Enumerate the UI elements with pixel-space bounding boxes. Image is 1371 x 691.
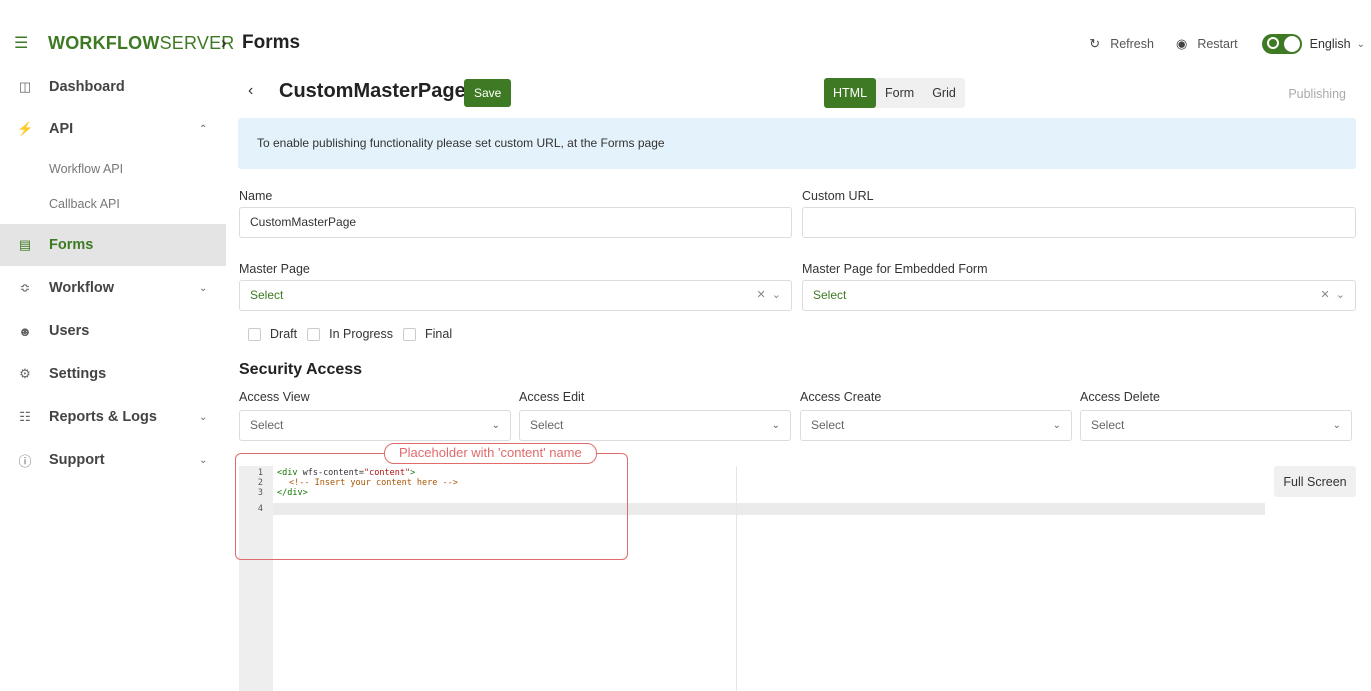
toggle-knob — [1283, 36, 1300, 52]
restart-button[interactable]: ◉ Restart — [1176, 36, 1238, 52]
annotation-label: Placeholder with 'content' name — [384, 443, 597, 464]
refresh-button[interactable]: ↻ Refresh — [1089, 36, 1154, 52]
access-delete-select[interactable]: Select ⌄ — [1080, 410, 1352, 441]
tab-grid[interactable]: Grid — [923, 78, 965, 108]
chevron-down-icon: ⌄ — [199, 411, 208, 423]
clear-chevron-icon[interactable]: ✕ ⌄ — [756, 281, 781, 310]
chevron-down-icon: ⌄ — [491, 420, 500, 431]
tab-form[interactable]: Form — [876, 78, 923, 108]
view-tabs: HTML Form Grid — [824, 78, 965, 108]
refresh-icon: ↻ — [1089, 36, 1101, 51]
master-page-select[interactable]: Select ✕ ⌄ — [239, 280, 792, 311]
access-view-select[interactable]: Select ⌄ — [239, 410, 511, 441]
top-bar: ☰ WORKFLOWSERVER › Forms ↻ Refresh ◉ Res… — [0, 22, 1371, 64]
draft-checkbox[interactable] — [248, 327, 261, 341]
language-selector[interactable]: English — [1310, 37, 1351, 51]
main-content: ‹ CustomMasterPage Save HTML Form Grid P… — [226, 66, 1371, 691]
breadcrumb-separator: › — [221, 33, 227, 52]
chevron-down-icon: ⌄ — [199, 454, 208, 466]
reports-icon: ☷ — [19, 409, 31, 424]
app-logo[interactable]: WORKFLOWSERVER — [48, 33, 234, 54]
sidebar-item-dashboard[interactable]: ◫ Dashboard — [0, 66, 226, 108]
stop-circle-icon: ◉ — [1175, 36, 1188, 51]
sidebar: ◫ Dashboard ⚡ API ⌃ Workflow API Callbac… — [0, 66, 226, 691]
name-input[interactable]: CustomMasterPage — [239, 207, 792, 238]
master-embedded-select[interactable]: Select ✕ ⌄ — [802, 280, 1356, 311]
hamburger-icon[interactable]: ☰ — [14, 33, 28, 53]
chevron-down-icon: ⌄ — [771, 420, 780, 431]
sidebar-item-workflow[interactable]: ≎ Workflow ⌄ — [0, 267, 226, 309]
final-label: Final — [425, 327, 453, 341]
chevron-down-icon: ⌄ — [199, 282, 208, 294]
top-actions: ↻ Refresh ◉ Restart English ⌄ — [1067, 34, 1365, 54]
gears-icon: ⚙ — [19, 366, 31, 381]
security-access-title: Security Access — [239, 361, 363, 378]
save-button[interactable]: Save — [464, 79, 512, 107]
sidebar-item-reports-logs[interactable]: ☷ Reports & Logs ⌄ — [0, 396, 226, 438]
access-delete-label: Access Delete — [1080, 390, 1160, 404]
users-icon: ☻ — [18, 323, 32, 339]
breadcrumb-title: Forms — [242, 32, 301, 53]
in-progress-label: In Progress — [329, 327, 394, 341]
custom-url-input[interactable] — [802, 207, 1356, 238]
sidebar-subitem-callback-api[interactable]: Callback API — [49, 197, 120, 211]
chevron-down-icon: ⌄ — [1052, 420, 1061, 431]
dashboard-icon: ◫ — [18, 79, 32, 94]
clear-chevron-icon[interactable]: ✕ ⌄ — [1320, 281, 1345, 310]
in-progress-checkbox[interactable] — [307, 327, 321, 341]
sidebar-subitem-workflow-api[interactable]: Workflow API — [49, 162, 123, 176]
workflow-icon: ≎ — [19, 280, 31, 295]
draft-label: Draft — [270, 327, 298, 341]
sidebar-item-support[interactable]: ⓘ Support ⌄ — [0, 439, 226, 481]
theme-toggle[interactable] — [1261, 34, 1302, 54]
sidebar-item-settings[interactable]: ⚙ Settings — [0, 353, 226, 395]
chevron-up-icon: ⌃ — [199, 123, 208, 135]
publishing-link[interactable]: Publishing — [1288, 87, 1346, 101]
sun-icon — [1266, 37, 1279, 49]
page-title: CustomMasterPage — [279, 80, 466, 102]
access-create-label: Access Create — [800, 390, 882, 404]
custom-url-label: Custom URL — [802, 189, 874, 203]
annotation-box — [235, 453, 628, 560]
form-icon: ▤ — [18, 237, 32, 252]
info-alert: To enable publishing functionality pleas… — [238, 118, 1356, 169]
back-chevron-icon[interactable]: ‹ — [248, 82, 253, 100]
final-checkbox[interactable] — [403, 327, 417, 341]
status-checkboxes: Draft In Progress Final — [248, 327, 462, 341]
master-page-label: Master Page — [239, 262, 310, 276]
access-view-label: Access View — [239, 390, 310, 404]
tab-html[interactable]: HTML — [824, 78, 877, 108]
chevron-down-icon[interactable]: ⌄ — [1357, 39, 1365, 50]
sidebar-item-forms[interactable]: ▤ Forms — [0, 224, 226, 266]
plug-icon: ⚡ — [17, 121, 34, 136]
access-create-select[interactable]: Select ⌄ — [800, 410, 1072, 441]
editor-divider — [736, 466, 737, 691]
access-edit-select[interactable]: Select ⌄ — [519, 410, 791, 441]
sidebar-item-api[interactable]: ⚡ API ⌃ — [0, 108, 226, 150]
access-edit-label: Access Edit — [519, 390, 585, 404]
master-embedded-label: Master Page for Embedded Form — [802, 262, 988, 276]
sidebar-item-users[interactable]: ☻ Users — [0, 310, 226, 352]
name-label: Name — [239, 189, 273, 203]
chevron-down-icon: ⌄ — [1332, 420, 1341, 431]
full-screen-button[interactable]: Full Screen — [1274, 466, 1356, 497]
help-icon: ⓘ — [18, 453, 32, 469]
